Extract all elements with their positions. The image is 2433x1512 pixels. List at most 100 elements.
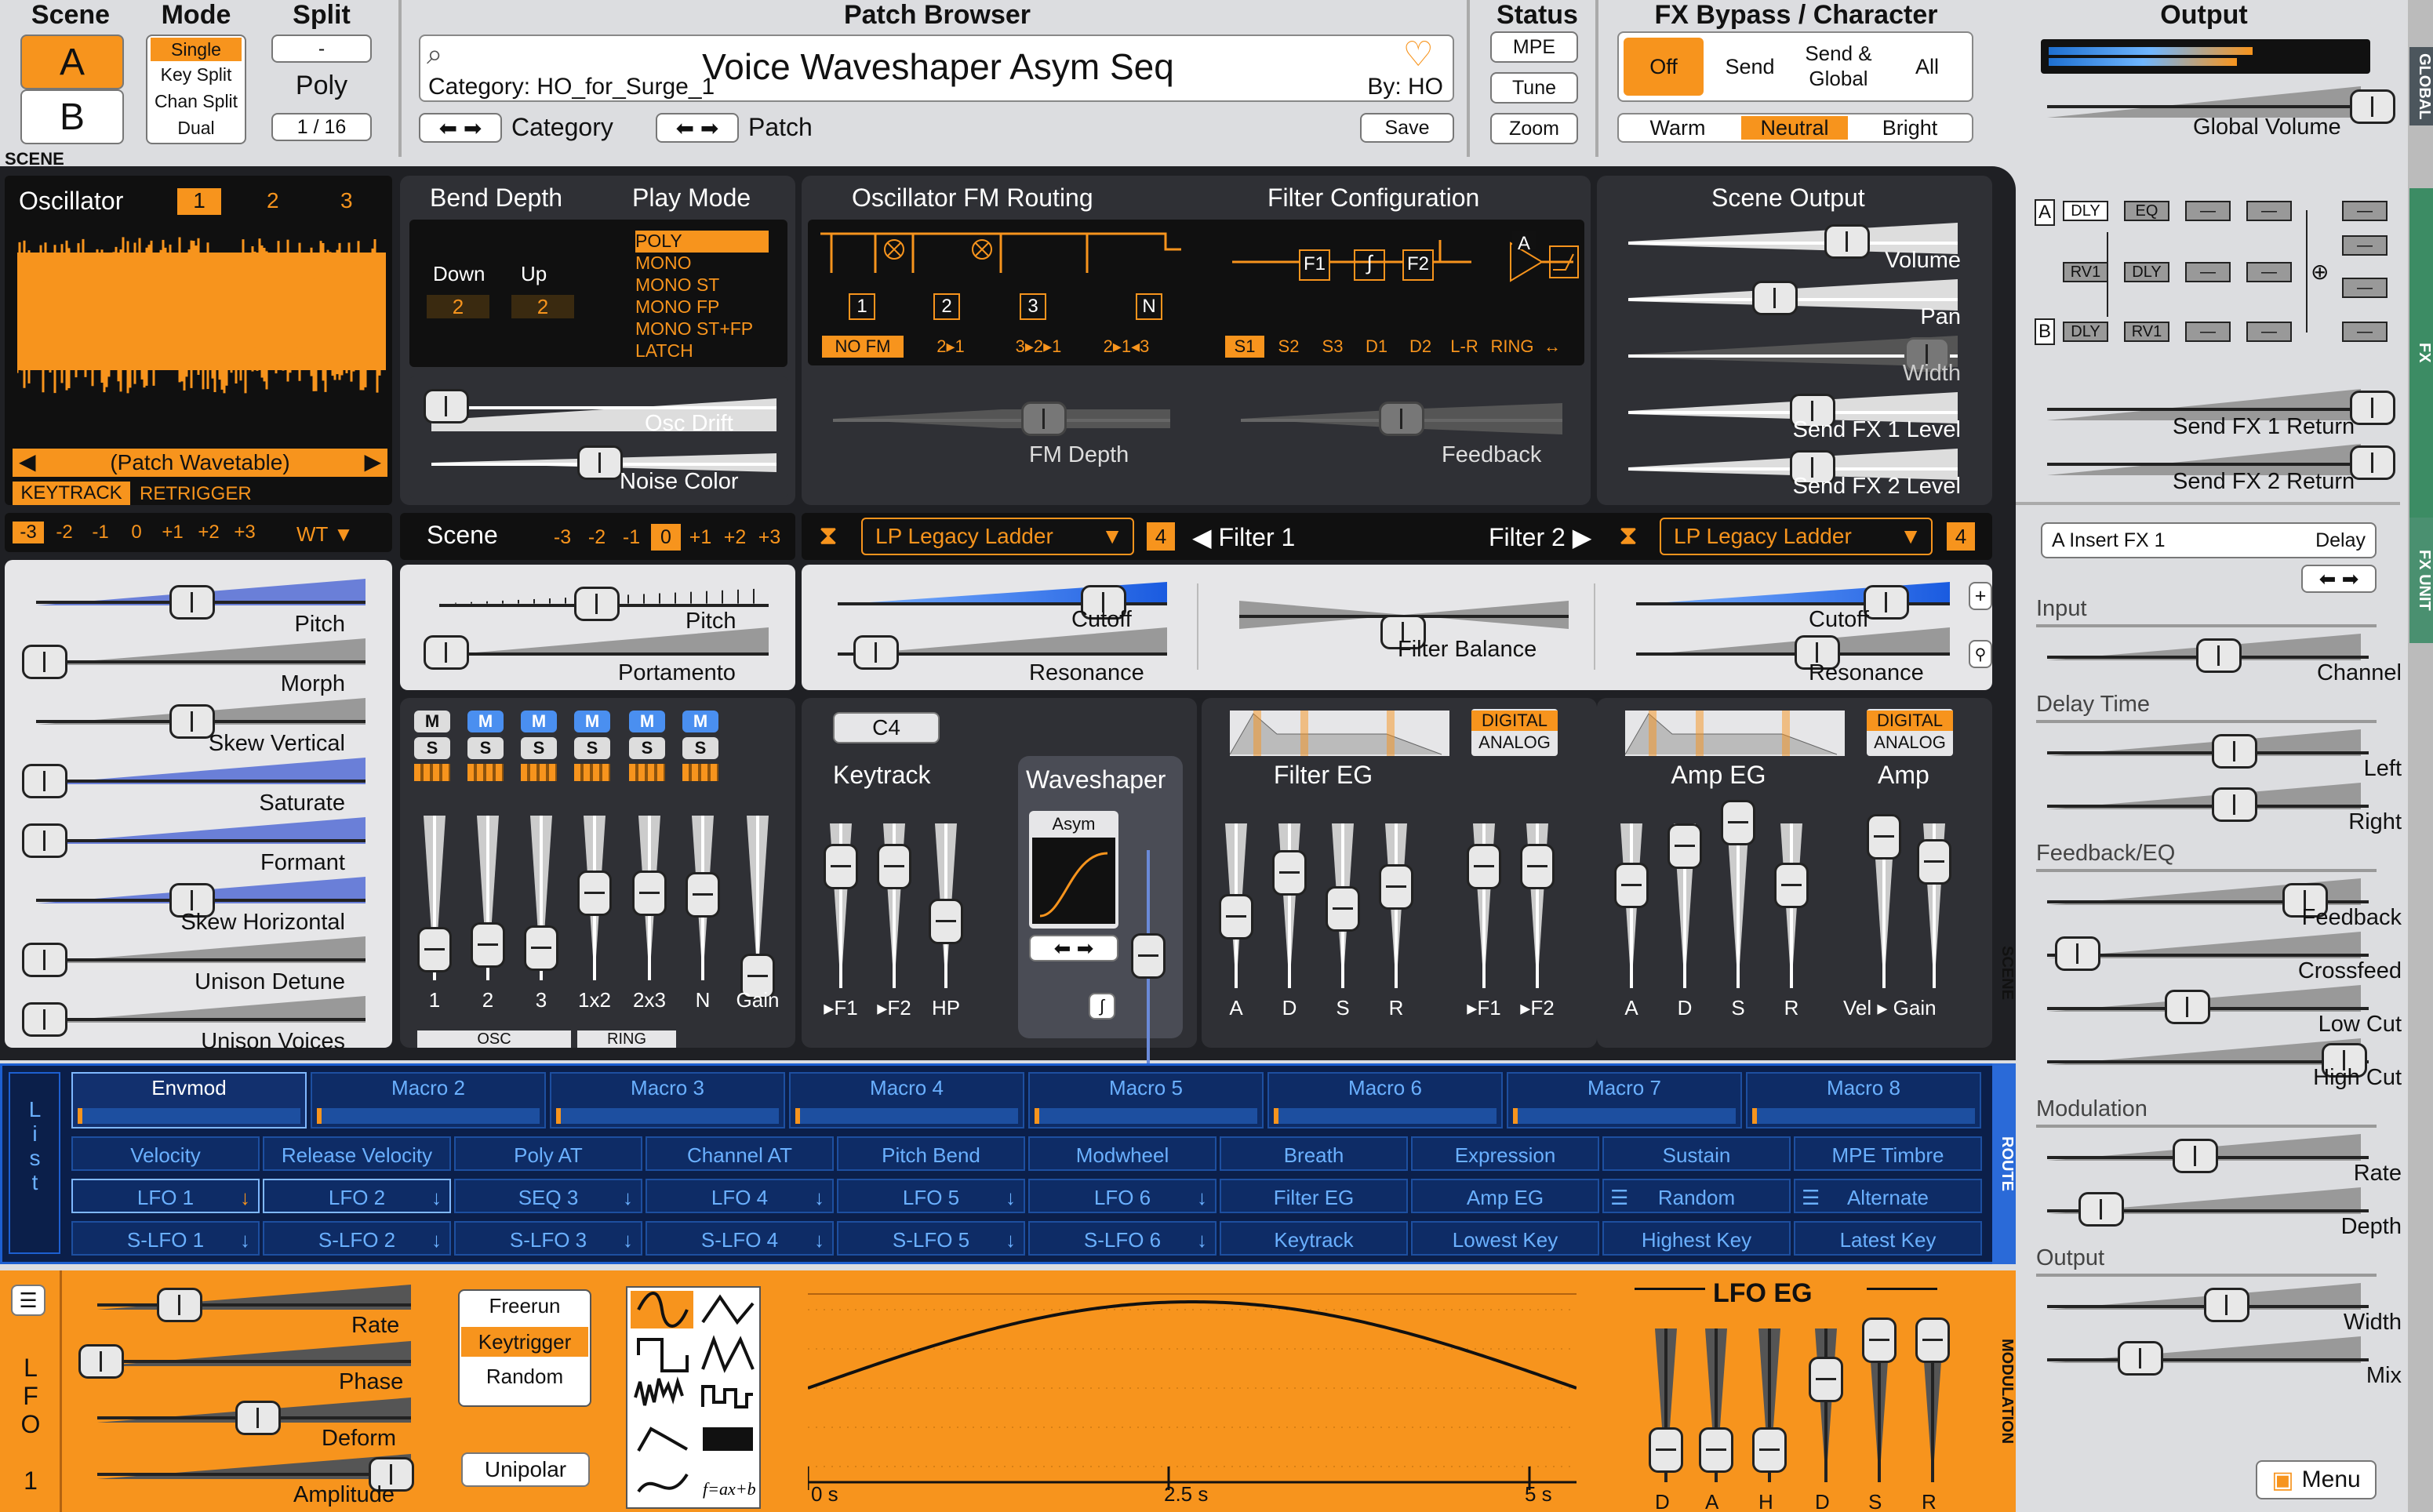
macro-2[interactable]: Macro 2	[311, 1072, 546, 1129]
mixer-mute-1[interactable]: M	[467, 711, 504, 732]
lfo-eg-1-fader[interactable]	[1699, 1427, 1733, 1473]
mod-source-alternate[interactable]: ☰ Alternate	[1794, 1179, 1982, 1213]
keytrack-1-fader[interactable]	[877, 844, 911, 889]
fx-slot-send-rv1[interactable]: RV1	[2063, 262, 2108, 282]
mixer-solo-4[interactable]: S	[629, 737, 665, 759]
save-button[interactable]: Save	[1360, 113, 1454, 143]
mixer-route-3[interactable]	[574, 764, 610, 781]
osc-drift-slider[interactable]	[424, 389, 469, 423]
mixer-3-fader[interactable]	[577, 870, 612, 916]
osc-tab-3[interactable]: 3	[340, 188, 353, 213]
fx-global-3[interactable]: —	[2342, 278, 2388, 298]
mod-source-seq-3[interactable]: SEQ 3 ↓	[454, 1179, 642, 1213]
play-mode-4[interactable]: MONO ST+FP	[635, 318, 769, 340]
play-mode-5[interactable]: LATCH	[635, 340, 769, 362]
mixer-solo-0[interactable]: S	[414, 737, 450, 759]
filter1-subtype[interactable]: 4	[1147, 522, 1175, 551]
filter-eg-1-fader[interactable]	[1272, 850, 1307, 896]
fm-option-0[interactable]: NO FM	[822, 336, 904, 358]
character-bright[interactable]: Bright	[1859, 116, 1961, 140]
mod-source-s-lfo-3[interactable]: S-LFO 3 ↓	[454, 1221, 642, 1256]
tab-fx-unit[interactable]: FX UNIT	[2409, 518, 2433, 643]
fx-slot-selector[interactable]: A Insert FX 1 Delay	[2041, 522, 2377, 558]
osc-octave-2[interactable]: -1	[85, 522, 116, 543]
mixer-0-fader[interactable]	[417, 927, 452, 972]
filter-config-option-2[interactable]: S3	[1313, 336, 1352, 358]
amp-eg-2-fader[interactable]	[1721, 800, 1755, 845]
filter-config-option-1[interactable]: S2	[1269, 336, 1308, 358]
mixer-4-fader[interactable]	[632, 870, 667, 916]
osc-unison-detune-slider[interactable]	[22, 943, 67, 977]
filter-link-icon[interactable]: ⚲	[1969, 640, 1992, 668]
osc-octave-0[interactable]: -3	[13, 522, 44, 543]
route-list-toggle[interactable]: List	[9, 1072, 60, 1254]
filter-eg-4-fader[interactable]	[1467, 844, 1501, 889]
amp-gain-fader[interactable]	[1917, 839, 1951, 885]
noise-color-slider[interactable]	[577, 445, 623, 480]
mod-source-s-lfo-4[interactable]: S-LFO 4 ↓	[646, 1221, 834, 1256]
macro-8[interactable]: Macro 8	[1746, 1072, 1981, 1129]
fx-slot-b-3[interactable]: —	[2185, 322, 2231, 342]
mod-source-sustain[interactable]: Sustain	[1602, 1136, 1791, 1171]
fx-right-slider[interactable]	[2212, 787, 2257, 822]
mod-source-modwheel[interactable]: Modwheel	[1028, 1136, 1216, 1171]
amp-eg-digital[interactable]: DIGITAL	[1867, 711, 1953, 731]
send-fx2-return-slider[interactable]	[2350, 445, 2395, 480]
fx-global-1[interactable]: —	[2342, 201, 2388, 221]
mode-chan-split[interactable]: Chan Split	[151, 91, 242, 112]
filter-config-option-5[interactable]: L-R	[1445, 336, 1484, 358]
patch-prev-next-button[interactable]: ⬅ ➡	[656, 113, 739, 143]
mod-source-mpe-timbre[interactable]: MPE Timbre	[1794, 1136, 1982, 1171]
fx-channel-slider[interactable]	[2196, 638, 2242, 673]
character-neutral[interactable]: Neutral	[1741, 116, 1848, 140]
lfo-eg-3-fader[interactable]	[1809, 1357, 1843, 1402]
filter-eg-5-fader[interactable]	[1520, 844, 1555, 889]
mixer-mute-4[interactable]: M	[629, 711, 665, 732]
play-mode-1[interactable]: MONO	[635, 253, 769, 274]
mode-single[interactable]: Single	[151, 38, 242, 61]
menu-button[interactable]: ▣ Menu	[2256, 1460, 2377, 1499]
mod-source-lfo-2[interactable]: LFO 2 ↓	[263, 1179, 451, 1213]
osc-unison-voices-slider[interactable]	[22, 1002, 67, 1037]
zoom-button[interactable]: Zoom	[1490, 113, 1578, 144]
fx-mix-slider[interactable]	[2118, 1341, 2163, 1376]
mixer-solo-2[interactable]: S	[521, 737, 557, 759]
play-mode-0[interactable]: POLY	[635, 231, 769, 253]
mixer-route-1[interactable]	[467, 764, 504, 781]
tab-route[interactable]: ROUTE	[1992, 1063, 2016, 1264]
filter2-cutoff-slider[interactable]	[1864, 585, 1909, 620]
fx-slot-a-4[interactable]: —	[2246, 201, 2292, 221]
mod-source-latest-key[interactable]: Latest Key	[1794, 1221, 1982, 1256]
mode-dual[interactable]: Dual	[151, 118, 242, 139]
character-warm[interactable]: Warm	[1627, 116, 1729, 140]
lfo-phase-slider[interactable]	[78, 1344, 124, 1379]
send-fx1-return-slider[interactable]	[2350, 391, 2395, 425]
lfo-unipolar-button[interactable]: Unipolar	[461, 1452, 590, 1487]
waveshaper-display[interactable]: Asym	[1029, 811, 1118, 929]
osc-tab-1[interactable]: 1	[177, 188, 221, 215]
filter-config-option-3[interactable]: D1	[1357, 336, 1396, 358]
fx-slot-a-eq[interactable]: EQ	[2124, 201, 2169, 221]
mixer-solo-1[interactable]: S	[467, 737, 504, 759]
fm-option-2[interactable]: 3▸2▸1	[998, 336, 1079, 358]
mod-source-poly-at[interactable]: Poly AT	[454, 1136, 642, 1171]
waveshaper-drive-slider[interactable]	[1131, 933, 1166, 979]
osc-octave-6[interactable]: +3	[229, 522, 260, 543]
mod-source-velocity[interactable]: Velocity	[71, 1136, 260, 1171]
filter-config-option-4[interactable]: D2	[1401, 336, 1440, 358]
macro-5[interactable]: Macro 5	[1028, 1072, 1264, 1129]
filter-config-option-7[interactable]: ↔	[1533, 336, 1572, 358]
amp-eg-mode[interactable]: DIGITAL ANALOG	[1867, 709, 1953, 756]
tune-button[interactable]: Tune	[1490, 72, 1578, 104]
global-volume-slider[interactable]	[2350, 89, 2395, 124]
lfo-shape-selector[interactable]: f=ax+b	[626, 1286, 761, 1509]
mod-source-lfo-6[interactable]: LFO 6 ↓	[1028, 1179, 1216, 1213]
scene-a-button[interactable]: A	[20, 35, 124, 89]
scene-pan-slider[interactable]	[1752, 281, 1798, 315]
wavetable-selector[interactable]: ◀ (Patch Wavetable) ▶	[13, 449, 387, 477]
mod-source-expression[interactable]: Expression	[1411, 1136, 1599, 1171]
fm-depth-slider[interactable]	[1021, 402, 1067, 436]
scene-pitch-slider[interactable]	[574, 587, 620, 621]
mod-source-highest-key[interactable]: Highest Key	[1602, 1221, 1791, 1256]
filter-config-option-0[interactable]: S1	[1225, 336, 1264, 358]
